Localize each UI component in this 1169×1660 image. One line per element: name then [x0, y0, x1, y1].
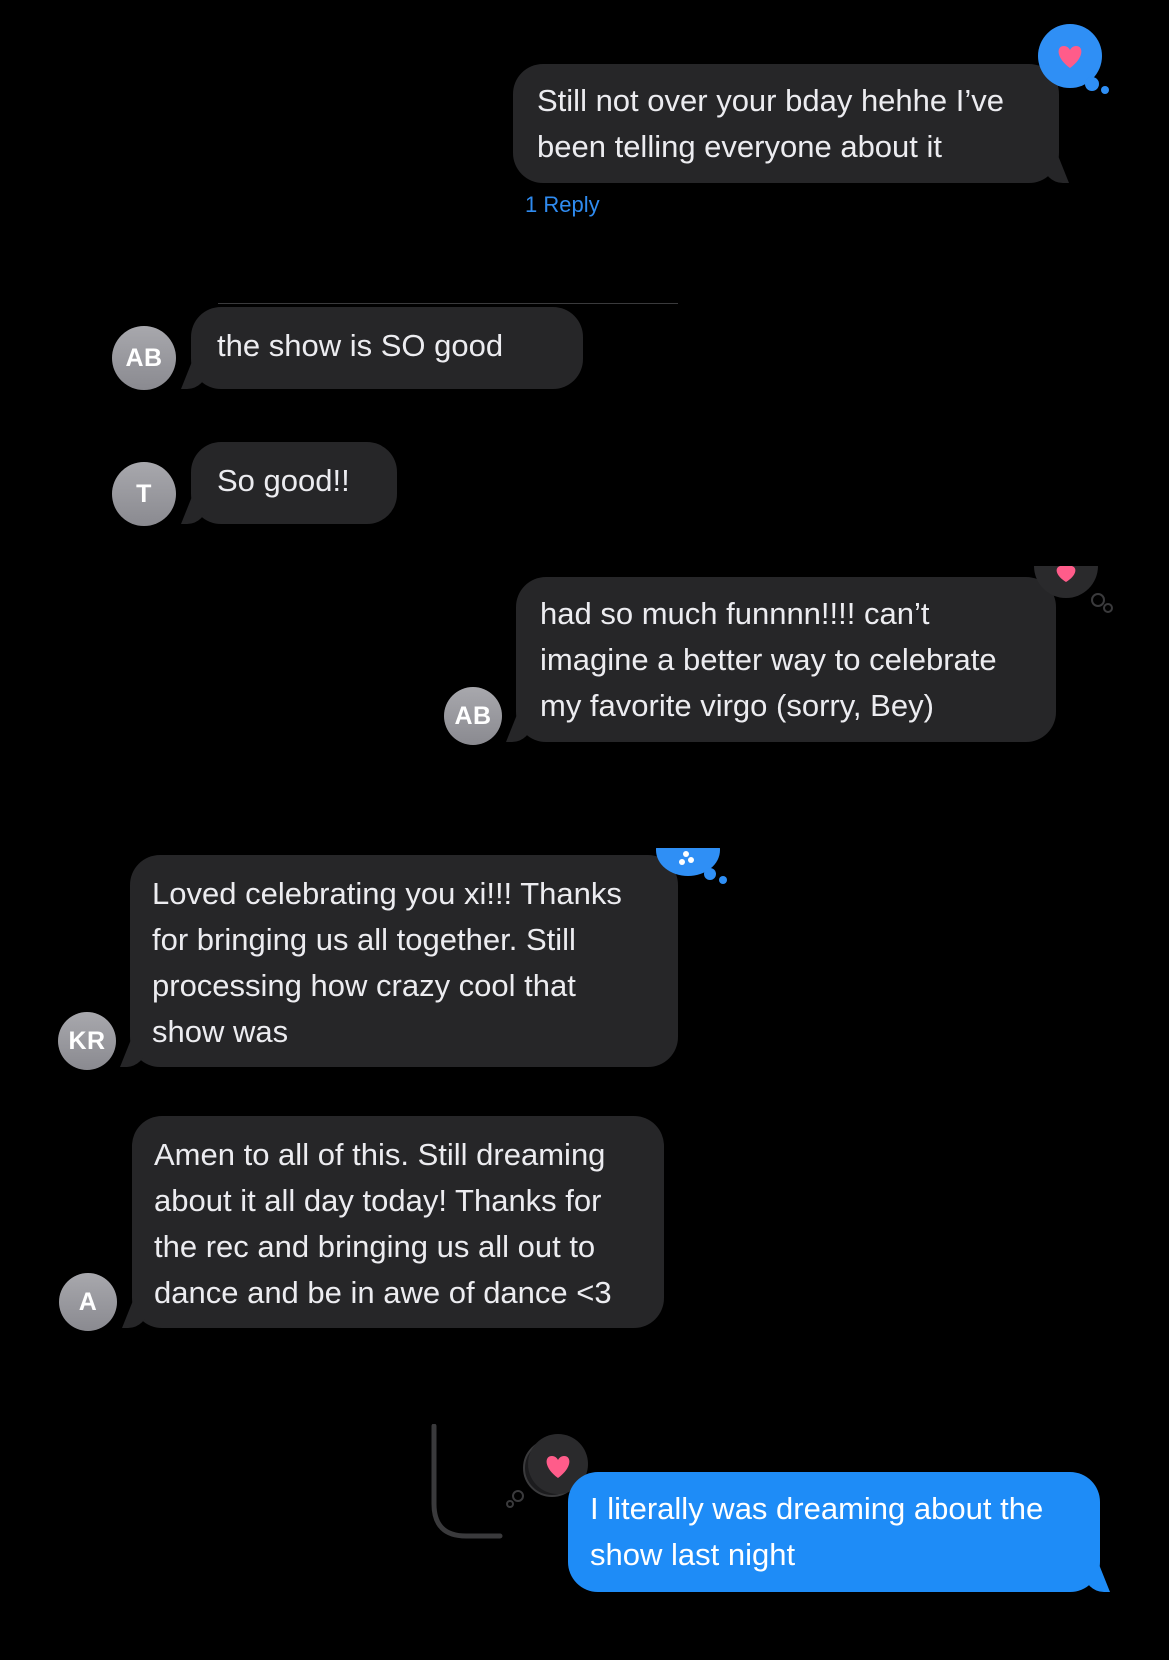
message-bubble[interactable]: Loved celebrating you xi!!! Thanks for b…	[130, 855, 678, 1067]
reply-count-link[interactable]: 1 Reply	[525, 192, 600, 218]
message-bubble[interactable]: So good!!	[191, 442, 397, 524]
avatar[interactable]: AB	[112, 326, 176, 390]
avatar[interactable]: T	[112, 462, 176, 526]
reactions-tapback[interactable]	[656, 848, 732, 890]
heart-tapback[interactable]	[1032, 24, 1112, 100]
heart-tapback[interactable]	[1030, 566, 1116, 616]
message-bubble[interactable]: the show is SO good	[191, 307, 583, 389]
message-bubble[interactable]: Amen to all of this. Still dreaming abou…	[132, 1116, 664, 1328]
avatar[interactable]: A	[59, 1273, 117, 1331]
thread-divider	[218, 303, 678, 304]
message-bubble[interactable]: I literally was dreaming about the show …	[568, 1472, 1100, 1592]
avatar[interactable]: KR	[58, 1012, 116, 1070]
avatar[interactable]: AB	[444, 687, 502, 745]
thread-reply-line	[431, 1424, 503, 1539]
message-bubble[interactable]: Still not over your bday hehhe I’ve been…	[513, 64, 1059, 183]
message-bubble[interactable]: had so much funnnn!!!! can’t imagine a b…	[516, 577, 1056, 742]
